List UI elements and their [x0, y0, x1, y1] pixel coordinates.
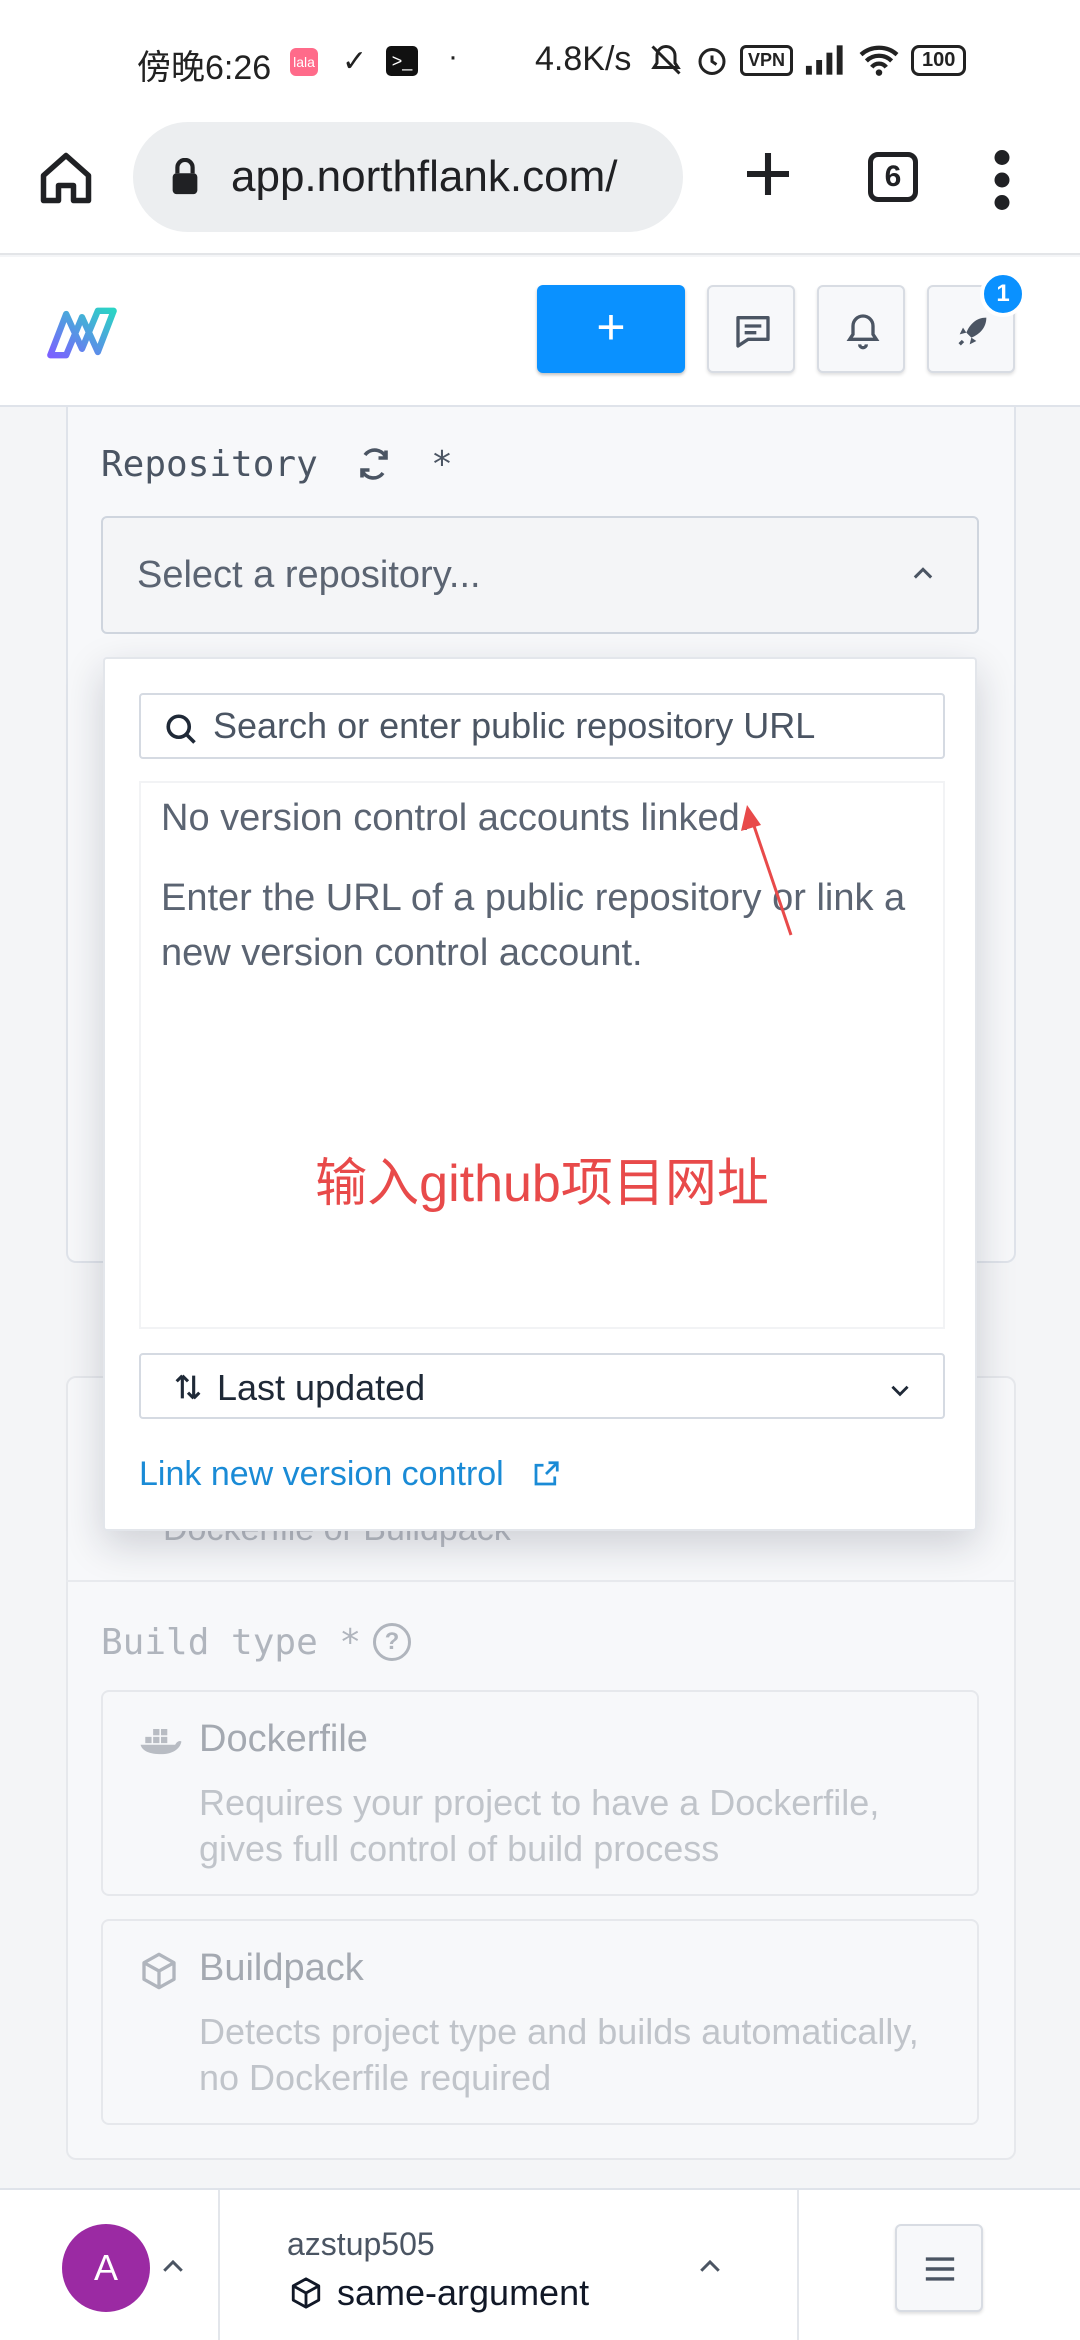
bottom-bar: A azstup505 same-argument — [0, 2188, 1080, 2340]
divider — [66, 1580, 1016, 1582]
app-header: + 1 — [0, 257, 1080, 407]
search-icon — [166, 714, 196, 744]
tab-switcher-button[interactable]: 6 — [868, 152, 918, 202]
buildpack-option[interactable]: Buildpack Detects project type and build… — [101, 1919, 979, 2125]
help-icon[interactable]: ? — [373, 1623, 411, 1661]
signal-icon — [805, 45, 843, 75]
more-menu-icon[interactable] — [990, 150, 1014, 210]
notification-badge: 1 — [980, 271, 1026, 317]
hamburger-icon — [925, 2257, 955, 2281]
repository-results: No version control accounts linked. Ente… — [139, 781, 945, 1329]
northflank-logo[interactable] — [44, 301, 120, 365]
box-icon — [142, 1952, 176, 1990]
feedback-button[interactable] — [707, 285, 795, 373]
battery-indicator: 100 — [911, 44, 967, 76]
alarm-icon — [698, 48, 726, 75]
dockerfile-option[interactable]: Dockerfile Requires your project to have… — [101, 1690, 979, 1896]
avatar[interactable]: A — [62, 2224, 150, 2312]
link-version-control[interactable]: Link new version control — [139, 1455, 504, 1494]
chevron-up-icon[interactable] — [695, 2252, 725, 2282]
sort-icon — [175, 1374, 201, 1400]
dockerfile-option-description: Requires your project to have a Dockerfi… — [199, 1782, 880, 1869]
sort-select[interactable]: Last updated — [139, 1353, 945, 1419]
browser-toolbar: app.northflank.com/ 6 — [0, 120, 1080, 255]
repository-select[interactable]: Select a repository... — [101, 516, 979, 634]
mute-icon — [651, 44, 681, 75]
dockerfile-option-title: Dockerfile — [199, 1718, 368, 1760]
build-type-label: Build type * — [101, 1622, 362, 1663]
chat-icon — [736, 316, 770, 348]
divider — [797, 2190, 799, 2340]
sort-label: Last updated — [217, 1367, 426, 1408]
refresh-icon[interactable] — [353, 446, 395, 482]
notifications-button[interactable] — [817, 285, 905, 373]
status-icons: VPN 100 — [648, 38, 967, 82]
repository-dropdown: No version control accounts linked. Ente… — [103, 657, 977, 1531]
lock-icon — [172, 158, 198, 195]
home-icon[interactable] — [36, 148, 96, 208]
main-menu-button[interactable] — [895, 2224, 983, 2312]
create-button[interactable]: + — [537, 285, 685, 373]
buildpack-option-title: Buildpack — [199, 1947, 364, 1989]
wifi-icon — [859, 45, 899, 76]
vpn-indicator: VPN — [740, 44, 794, 76]
project-box-icon — [291, 2277, 321, 2309]
required-mark: * — [431, 444, 453, 485]
org-name: azstup505 — [287, 2226, 435, 2262]
new-tab-icon[interactable] — [740, 146, 796, 202]
terminal-notification-icon: >_ — [386, 46, 418, 76]
status-bar: 傍晚6:26 lala ✓ >_ · 4.8K/s VPN 100 — [0, 0, 1080, 120]
repository-label-text: Repository — [101, 444, 318, 485]
status-time: 傍晚6:26 — [137, 49, 272, 87]
check-notification-icon: ✓ — [342, 45, 368, 78]
annotation-arrow — [741, 805, 793, 936]
url-text: app.northflank.com/ — [231, 152, 618, 201]
annotation-text: 输入github项目网址 — [315, 1155, 769, 1213]
app-notification-icon: lala — [290, 48, 318, 76]
repository-search-input[interactable] — [213, 703, 933, 749]
more-notifications-dot: · — [448, 40, 458, 73]
chevron-up-icon[interactable] — [158, 2252, 188, 2282]
divider — [218, 2190, 220, 2340]
address-bar[interactable]: app.northflank.com/ — [133, 122, 683, 232]
network-speed: 4.8K/s — [535, 40, 632, 78]
repository-select-placeholder: Select a repository... — [137, 554, 481, 596]
chevron-up-icon — [913, 567, 933, 579]
repository-label: Repository * — [101, 444, 453, 485]
rocket-icon — [958, 317, 987, 346]
docker-icon — [140, 1729, 182, 1755]
chevron-down-icon — [891, 1385, 909, 1397]
repository-search[interactable] — [139, 693, 945, 759]
buildpack-option-description: Detects project type and builds automati… — [199, 2011, 919, 2098]
bell-icon — [846, 314, 880, 350]
project-name[interactable]: same-argument — [337, 2272, 589, 2314]
external-link-icon[interactable] — [531, 1459, 561, 1489]
